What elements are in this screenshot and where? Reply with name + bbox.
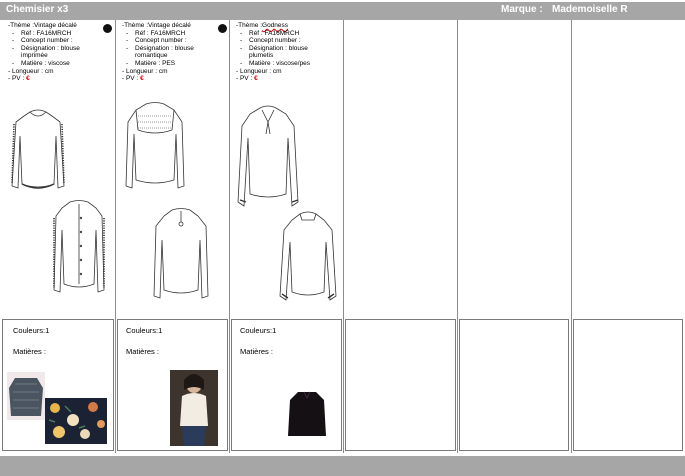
blouse-back-sketch (153, 208, 209, 299)
product-spec-2: -Thème :Vintage décalé - Réf : FA16MRCH -… (122, 22, 194, 83)
matiere-line: Matière : viscose/pes (249, 59, 311, 67)
column-divider (343, 20, 344, 453)
product-spec-3: -Thème :Godness - Réf : FA16MRCH - Concept… (236, 22, 311, 83)
brand-label: Marque : (501, 4, 543, 15)
designation-line: Désignation : blouse (249, 44, 308, 52)
ref-line: Réf : FA16MRCH (249, 29, 300, 37)
garment-photo (7, 372, 45, 420)
pv-line: - PV : (122, 75, 139, 83)
theme-value: Godness (262, 22, 289, 29)
materials-box-4 (345, 319, 456, 451)
concept-line: Concept number : (21, 37, 73, 45)
materials-box-5 (459, 319, 569, 451)
couleurs-label: Couleurs:1 (13, 326, 50, 335)
black-dot-marker (103, 24, 112, 33)
theme-value: Vintage décalé (148, 22, 191, 29)
matieres-label: Matières : (13, 347, 46, 356)
matieres-label: Matières : (240, 347, 273, 356)
garment-photo (286, 388, 328, 438)
black-dot-marker (218, 24, 227, 33)
designation-line: Désignation : blouse (135, 44, 194, 52)
header-bar: Chemisier x3 Marque : Mademoiselle R (0, 2, 685, 20)
ref-line: Réf : FA16MRCH (135, 29, 186, 37)
page-title: Chemisier x3 (6, 4, 69, 15)
pv-line: - PV : (8, 75, 25, 83)
column-divider (457, 20, 458, 453)
concept-line: Concept number : (249, 37, 301, 45)
matiere-line: Matière : PES (135, 59, 176, 67)
couleurs-label: Couleurs:1 (240, 326, 277, 335)
designation-line: Désignation : blouse (21, 44, 80, 52)
column-divider (571, 20, 572, 453)
theme-value: Vintage décalé (34, 22, 77, 29)
longueur-line: - Longueur : cm (236, 67, 282, 75)
blouse-front-sketch (125, 102, 185, 189)
brand-value: Mademoiselle R (552, 4, 628, 15)
materials-box-3: Couleurs:1 Matières : (231, 319, 342, 451)
ref-line: Réf : FA16MRCH (21, 29, 72, 37)
materials-box-1: Couleurs:1 Matières : (2, 319, 114, 451)
materials-box-6 (573, 319, 683, 451)
matiere-line: Matière : viscose (21, 59, 70, 67)
longueur-line: - Longueur : cm (122, 67, 168, 75)
couleurs-label: Couleurs:1 (126, 326, 163, 335)
matieres-label: Matières : (126, 347, 159, 356)
blouse-front-sketch (237, 105, 299, 207)
concept-line: Concept number : (135, 37, 187, 45)
column-divider (229, 20, 230, 453)
column-divider (115, 20, 116, 453)
model-photo (170, 370, 218, 446)
longueur-line: - Longueur : cm (8, 67, 54, 75)
print-fabric-swatch (45, 398, 107, 444)
pv-line: - PV : (236, 75, 253, 83)
materials-box-2: Couleurs:1 Matières : (117, 319, 228, 451)
blouse-back-sketch (279, 211, 337, 301)
blouse-back-sketch (53, 200, 105, 293)
footer-bar (0, 456, 685, 476)
blouse-front-sketch (11, 109, 65, 189)
